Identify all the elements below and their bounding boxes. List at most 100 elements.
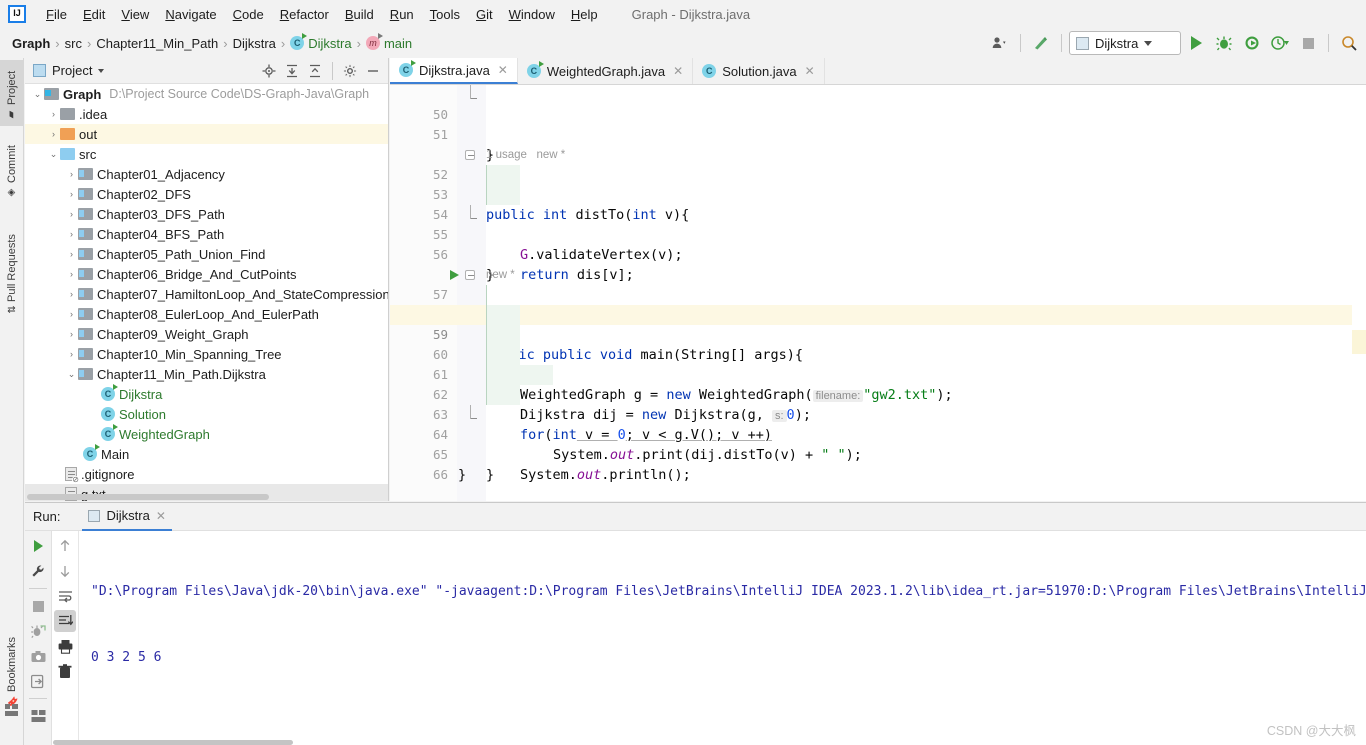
gear-icon[interactable] — [339, 60, 361, 82]
fold-marker-icon[interactable] — [465, 150, 475, 160]
close-icon[interactable]: ✕ — [673, 64, 683, 78]
sidebar-item-project[interactable]: ▰ Project — [0, 60, 24, 126]
tab-solution-java[interactable]: C Solution.java ✕ — [693, 58, 825, 84]
chevron-right-icon[interactable]: › — [65, 329, 78, 339]
menu-navigate[interactable]: Navigate — [157, 4, 224, 25]
fold-marker-icon[interactable] — [470, 405, 477, 419]
tree-node-src[interactable]: ⌄ src — [25, 144, 388, 164]
structure-icon[interactable] — [5, 703, 19, 720]
tree-node-weightedgraph[interactable]: C WeightedGraph — [25, 424, 388, 444]
search-everywhere-icon[interactable] — [1336, 31, 1362, 55]
breadcrumb-item-chapter11[interactable]: Chapter11_Min_Path — [92, 34, 222, 53]
tree-node-chapter08[interactable]: › Chapter08_EulerLoop_And_EulerPath — [25, 304, 388, 324]
tree-node-chapter02[interactable]: › Chapter02_DFS — [25, 184, 388, 204]
expand-all-icon[interactable] — [281, 60, 303, 82]
run-configuration-selector[interactable]: Dijkstra — [1069, 31, 1181, 55]
locate-icon[interactable] — [258, 60, 280, 82]
run-with-coverage-button[interactable] — [1239, 31, 1265, 55]
menu-build[interactable]: Build — [337, 4, 382, 25]
sidebar-item-bookmarks[interactable]: 🔖 Bookmarks — [0, 628, 24, 714]
tree-node-chapter03[interactable]: › Chapter03_DFS_Path — [25, 204, 388, 224]
menu-refactor[interactable]: Refactor — [272, 4, 337, 25]
project-panel-title[interactable]: Project — [33, 63, 105, 78]
breadcrumb-item-src[interactable]: src — [61, 34, 86, 53]
menu-code[interactable]: Code — [225, 4, 272, 25]
chevron-right-icon[interactable]: › — [65, 309, 78, 319]
chevron-right-icon[interactable]: › — [65, 169, 78, 179]
console-horizontal-scrollbar[interactable] — [53, 740, 293, 745]
tree-node-chapter09[interactable]: › Chapter09_Weight_Graph — [25, 324, 388, 344]
chevron-right-icon[interactable]: › — [65, 209, 78, 219]
tree-node-chapter10[interactable]: › Chapter10_Min_Spanning_Tree — [25, 344, 388, 364]
menu-view[interactable]: View — [113, 4, 157, 25]
scroll-down-icon[interactable] — [54, 560, 76, 582]
tree-node-idea[interactable]: › .idea — [25, 104, 388, 124]
project-horizontal-scrollbar[interactable] — [27, 494, 269, 500]
export-icon[interactable] — [27, 670, 49, 692]
scroll-to-end-icon[interactable] — [54, 610, 76, 632]
run-button[interactable] — [1183, 31, 1209, 55]
tree-node-chapter01[interactable]: › Chapter01_Adjacency — [25, 164, 388, 184]
menu-help[interactable]: Help — [563, 4, 606, 25]
fold-marker-icon[interactable] — [465, 270, 475, 280]
debug-attach-icon[interactable] — [27, 620, 49, 642]
tree-node-chapter05[interactable]: › Chapter05_Path_Union_Find — [25, 244, 388, 264]
settings-wrench-icon[interactable] — [27, 560, 49, 582]
debug-button[interactable] — [1211, 31, 1237, 55]
tree-node-out[interactable]: › out — [25, 124, 388, 144]
menu-tools[interactable]: Tools — [422, 4, 468, 25]
scroll-up-icon[interactable] — [54, 535, 76, 557]
chevron-right-icon[interactable]: › — [47, 129, 60, 139]
tree-node-chapter04[interactable]: › Chapter04_BFS_Path — [25, 224, 388, 244]
close-icon[interactable]: ✕ — [498, 63, 508, 77]
build-icon[interactable] — [1028, 31, 1054, 55]
chevron-right-icon[interactable]: › — [47, 109, 60, 119]
chevron-right-icon[interactable]: › — [65, 269, 78, 279]
tree-node-chapter06[interactable]: › Chapter06_Bridge_And_CutPoints — [25, 264, 388, 284]
chevron-down-icon[interactable]: ⌄ — [47, 149, 60, 160]
tree-node-chapter11[interactable]: ⌄ Chapter11_Min_Path.Dijkstra — [25, 364, 388, 384]
tree-node-gitignore[interactable]: .gitignore — [25, 464, 388, 484]
run-tab-dijkstra[interactable]: Dijkstra ✕ — [82, 503, 172, 531]
menu-file[interactable]: File — [38, 4, 75, 25]
tree-node-dijkstra[interactable]: C Dijkstra — [25, 384, 388, 404]
project-tree[interactable]: ⌄ Graph D:\Project Source Code\DS-Graph-… — [25, 84, 388, 501]
chevron-down-icon[interactable]: ⌄ — [31, 89, 44, 100]
code-editor[interactable]: 50 } 51 1 usage new * 52 public int dist… — [390, 85, 1366, 501]
tab-dijkstra-java[interactable]: C Dijkstra.java ✕ — [390, 58, 518, 84]
trash-icon[interactable] — [54, 660, 76, 682]
layout-icon[interactable] — [27, 705, 49, 727]
chevron-right-icon[interactable]: › — [65, 349, 78, 359]
tree-node-solution[interactable]: C Solution — [25, 404, 388, 424]
close-icon[interactable]: ✕ — [156, 509, 166, 523]
chevron-right-icon[interactable]: › — [65, 189, 78, 199]
tab-weightedgraph-java[interactable]: C WeightedGraph.java ✕ — [518, 58, 694, 84]
run-gutter-icon[interactable] — [450, 270, 459, 280]
menu-edit[interactable]: Edit — [75, 4, 113, 25]
menu-git[interactable]: Git — [468, 4, 501, 25]
fold-marker-icon[interactable] — [470, 85, 477, 99]
breadcrumb-item-dijkstra-pkg[interactable]: Dijkstra — [229, 34, 280, 53]
console-output[interactable]: "D:\Program Files\Java\jdk-20\bin\java.e… — [79, 531, 1366, 745]
soft-wrap-icon[interactable] — [54, 585, 76, 607]
tree-node-main[interactable]: C Main — [25, 444, 388, 464]
close-icon[interactable]: ✕ — [805, 64, 815, 78]
profiler-button[interactable] — [1267, 31, 1293, 55]
fold-marker-icon[interactable] — [470, 205, 477, 219]
sidebar-item-pull-requests[interactable]: ⇄ Pull Requests — [0, 212, 24, 320]
breadcrumb-item-graph[interactable]: Graph — [8, 34, 54, 53]
print-icon[interactable] — [54, 635, 76, 657]
breadcrumb-item-dijkstra-class[interactable]: C Dijkstra — [286, 33, 355, 53]
chevron-right-icon[interactable]: › — [65, 289, 78, 299]
chevron-right-icon[interactable]: › — [65, 229, 78, 239]
stop-button[interactable] — [1295, 31, 1321, 55]
profile-icon[interactable] — [987, 31, 1013, 55]
tree-node-chapter07[interactable]: › Chapter07_HamiltonLoop_And_StateCompre… — [25, 284, 388, 304]
collapse-all-icon[interactable] — [304, 60, 326, 82]
breadcrumb-item-main-method[interactable]: m main — [362, 33, 416, 53]
camera-icon[interactable] — [27, 645, 49, 667]
menu-window[interactable]: Window — [501, 4, 563, 25]
chevron-right-icon[interactable]: › — [65, 249, 78, 259]
tree-node-graph[interactable]: ⌄ Graph D:\Project Source Code\DS-Graph-… — [25, 84, 388, 104]
rerun-icon[interactable] — [27, 535, 49, 557]
